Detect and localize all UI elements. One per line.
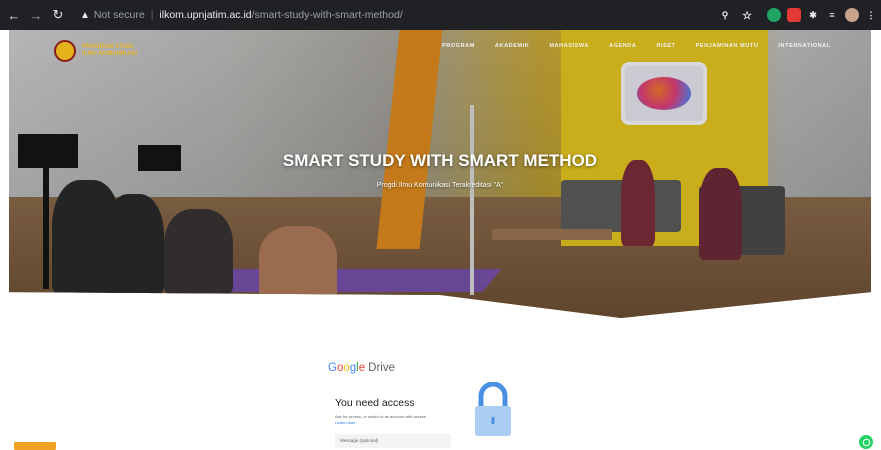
star-icon[interactable]: ☆: [740, 8, 754, 22]
nav-mahasiswa[interactable]: MAHASISWA: [549, 43, 589, 49]
nav-international[interactable]: INTERNATIONAL: [778, 43, 830, 49]
nav-program[interactable]: PROGRAM: [442, 43, 475, 49]
access-heading: You need access: [335, 397, 415, 409]
bottom-orange-tab[interactable]: [14, 442, 56, 450]
lock-icon: [475, 382, 511, 436]
separator: |: [150, 9, 154, 21]
security-label: Not secure: [93, 9, 145, 21]
nav-agenda[interactable]: AGENDA: [609, 43, 636, 49]
nav-penjaminan-mutu[interactable]: PENJAMINAN MUTU: [696, 43, 759, 49]
reload-icon[interactable]: ↻: [50, 7, 66, 23]
extension-green-icon[interactable]: [767, 8, 781, 22]
queue-icon[interactable]: ≡: [825, 8, 839, 22]
url-host: ilkom.upnjatim.ac.id: [159, 9, 252, 21]
whatsapp-icon[interactable]: [859, 435, 873, 449]
puzzle-icon[interactable]: ✱: [806, 8, 820, 22]
drive-product-name: Drive: [368, 362, 395, 374]
logo-line-1: Program Studi: [82, 44, 133, 50]
site-logo[interactable]: Program Studi Ilmu Komunikasi: [54, 40, 137, 62]
hero-title: SMART STUDY WITH SMART METHOD: [282, 151, 598, 170]
forward-icon[interactable]: →: [28, 7, 44, 23]
main-nav: PROGRAM AKADEMIK MAHASISWA AGENDA RISET …: [442, 43, 851, 49]
back-icon[interactable]: ←: [6, 7, 22, 23]
url-path: /smart-study-with-smart-method/: [251, 9, 403, 21]
extension-red-icon[interactable]: [787, 8, 801, 22]
google-drive-logo: Google Drive: [328, 362, 395, 374]
logo-line-2: Ilmu Komunikasi: [82, 51, 137, 57]
hero-subtitle: Progdi Ilmu Komunikasi Terakreditasi "A": [376, 182, 504, 189]
search-icon[interactable]: ⚲: [718, 8, 732, 22]
university-emblem-icon: [54, 40, 76, 62]
learn-more-link[interactable]: Learn more: [335, 420, 355, 425]
logo-text: Program Studi Ilmu Komunikasi: [82, 44, 137, 58]
access-message-input[interactable]: Message (optional): [335, 434, 451, 448]
nav-riset[interactable]: RISET: [656, 43, 675, 49]
address-bar[interactable]: ▲ Not secure | ilkom.upnjatim.ac.id /sma…: [80, 6, 714, 24]
google-drive-embed: Google Drive You need access Ask for acc…: [328, 362, 528, 450]
warning-icon: ▲: [80, 9, 90, 21]
profile-avatar[interactable]: [845, 8, 859, 22]
hero-banner: Program Studi Ilmu Komunikasi PROGRAM AK…: [9, 30, 871, 318]
access-subtext: Ask for access, or switch to an account …: [335, 414, 428, 419]
nav-akademik[interactable]: AKADEMIK: [495, 43, 529, 49]
kebab-menu-icon[interactable]: ⋮: [864, 8, 878, 22]
browser-toolbar: ← → ↻ ▲ Not secure | ilkom.upnjatim.ac.i…: [0, 0, 881, 30]
hero-overlay: [9, 30, 871, 318]
